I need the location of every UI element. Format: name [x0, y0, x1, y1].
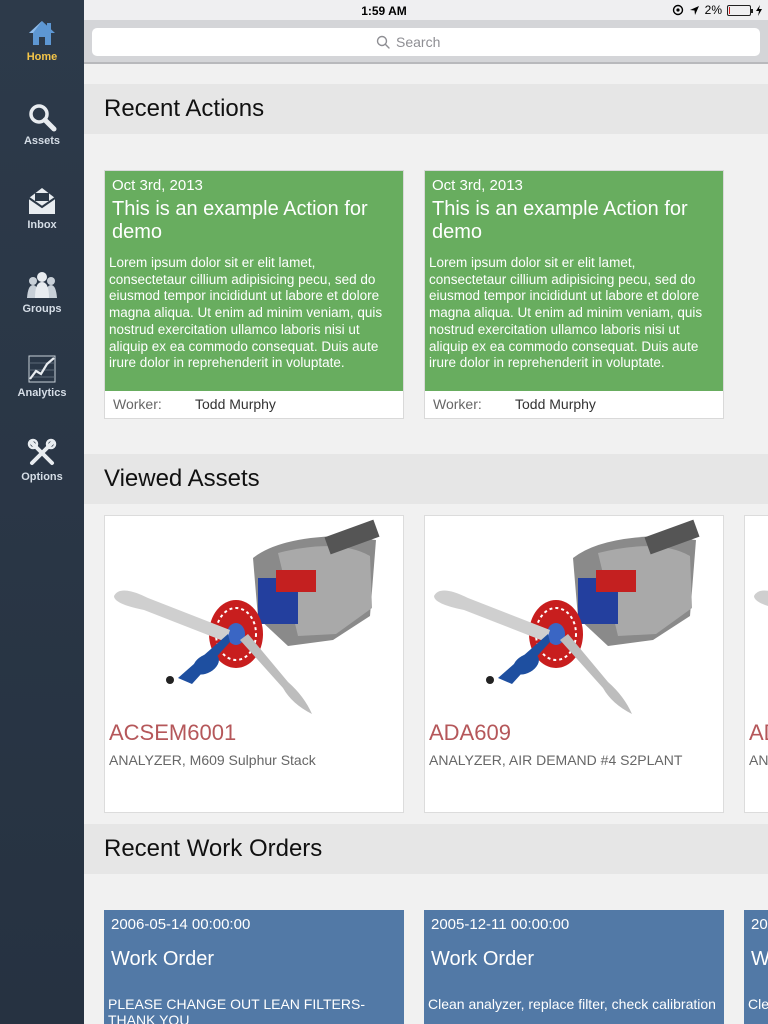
- orientation-lock-icon: [672, 4, 683, 16]
- battery-percent: 2%: [704, 3, 722, 17]
- sidebar-item-home[interactable]: Home: [0, 18, 84, 88]
- work-order-title: W: [751, 948, 768, 970]
- section-title: Viewed Assets: [104, 465, 260, 492]
- asset-card[interactable]: ACSEM6001 ANALYZER, M609 Sulphur Stack: [104, 515, 404, 813]
- analytics-icon: [28, 355, 56, 383]
- work-order-date: 2006-05-14 00:00:00: [111, 916, 251, 933]
- worker-label: Worker:: [433, 396, 482, 412]
- sidebar-item-label: Inbox: [27, 219, 57, 231]
- work-order-description: Cle calib: [748, 996, 768, 1012]
- section-title: Recent Work Orders: [104, 835, 323, 862]
- worker-name: Todd Murphy: [195, 396, 276, 412]
- sidebar-item-analytics[interactable]: Analytics: [0, 354, 84, 424]
- work-order-title: Work Order: [431, 948, 534, 970]
- work-order-card[interactable]: 20 W Cle calib: [744, 910, 768, 1024]
- location-arrow-icon: [689, 5, 699, 15]
- sidebar-item-label: Analytics: [17, 387, 67, 399]
- sidebar-item-label: Home: [26, 51, 58, 63]
- asset-code: AD: [749, 720, 768, 745]
- work-order-card[interactable]: 2005-12-11 00:00:00 Work Order Clean ana…: [424, 910, 724, 1024]
- section-title: Recent Actions: [104, 95, 265, 122]
- home-icon: [29, 21, 55, 45]
- asset-description: AN: [749, 752, 768, 768]
- action-card[interactable]: Oct 3rd, 2013 This is an example Action …: [424, 170, 724, 419]
- worker-name: Todd Murphy: [515, 396, 596, 412]
- action-title: This is an example Action for demo: [112, 198, 368, 243]
- action-date: Oct 3rd, 2013: [432, 177, 523, 194]
- action-footer: Worker: Todd Murphy: [105, 391, 403, 418]
- action-footer: Worker: Todd Murphy: [425, 391, 723, 418]
- sidebar-item-label: Assets: [23, 135, 61, 147]
- battery-icon: [727, 4, 753, 16]
- action-description: Lorem ipsum dolor sit er elit lamet, con…: [109, 255, 383, 371]
- engine-image: [114, 519, 380, 714]
- asset-card[interactable]: AD AN: [744, 515, 768, 813]
- main-content[interactable]: Recent Actions Oct 3rd, 2013 This is an …: [84, 64, 768, 1024]
- asset-code: ACSEM6001: [109, 720, 237, 745]
- status-indicators: 2%: [672, 3, 762, 17]
- sidebar-item-label: Groups: [22, 303, 62, 315]
- section-header-recent-work-orders: Recent Work Orders: [84, 824, 768, 874]
- action-title: This is an example Action for demo: [432, 198, 688, 243]
- search-icon: [29, 104, 57, 132]
- sidebar-item-groups[interactable]: Groups: [0, 270, 84, 340]
- status-bar: iPad 1:59 AM 2%: [0, 0, 768, 20]
- work-order-date: 2005-12-11 00:00:00: [431, 916, 570, 933]
- search-bar: [84, 20, 768, 64]
- work-order-card[interactable]: 2006-05-14 00:00:00 Work Order PLEASE CH…: [104, 910, 404, 1024]
- work-order-description: Clean analyzer, replace filter, check ca…: [428, 996, 716, 1012]
- search-field[interactable]: [92, 28, 760, 56]
- search-icon: [376, 35, 390, 49]
- sidebar-item-options[interactable]: Options: [0, 438, 84, 508]
- section-header-recent-actions: Recent Actions: [84, 84, 768, 134]
- options-icon: [27, 438, 57, 465]
- action-card-body: Oct 3rd, 2013 This is an example Action …: [105, 171, 403, 391]
- asset-description: ANALYZER, M609 Sulphur Stack: [109, 752, 316, 768]
- action-description: Lorem ipsum dolor sit er elit lamet, con…: [429, 255, 703, 371]
- work-order-description: PLEASE CHANGE OUT LEAN FILTERS- THANK YO…: [108, 996, 365, 1024]
- sidebar-item-inbox[interactable]: Inbox: [0, 186, 84, 256]
- sidebar-item-assets[interactable]: Assets: [0, 102, 84, 172]
- work-order-date: 20: [751, 916, 768, 933]
- clock: 1:59 AM: [361, 4, 407, 18]
- worker-label: Worker:: [113, 396, 162, 412]
- engine-image: [434, 519, 700, 714]
- asset-code: ADA609: [429, 720, 511, 745]
- work-order-title: Work Order: [111, 948, 214, 970]
- action-date: Oct 3rd, 2013: [112, 177, 203, 194]
- engine-image: [754, 590, 768, 606]
- sidebar-nav: Home Assets Inbox Groups Analytics Optio…: [0, 0, 84, 1024]
- inbox-icon: [28, 188, 56, 214]
- action-card[interactable]: Oct 3rd, 2013 This is an example Action …: [104, 170, 404, 419]
- sidebar-item-label: Options: [21, 471, 63, 483]
- asset-description: ANALYZER, AIR DEMAND #4 S2PLANT: [429, 752, 683, 768]
- asset-card[interactable]: ADA609 ANALYZER, AIR DEMAND #4 S2PLANT: [424, 515, 724, 813]
- charging-bolt-icon: [756, 4, 762, 16]
- action-card-body: Oct 3rd, 2013 This is an example Action …: [425, 171, 723, 391]
- section-header-viewed-assets: Viewed Assets: [84, 454, 768, 504]
- groups-icon: [27, 272, 57, 298]
- search-input[interactable]: [396, 34, 476, 50]
